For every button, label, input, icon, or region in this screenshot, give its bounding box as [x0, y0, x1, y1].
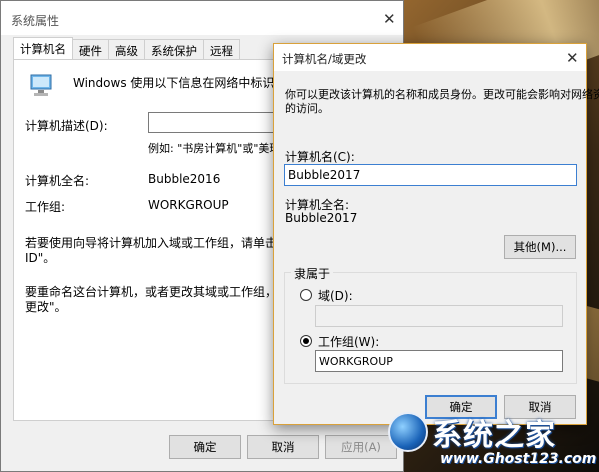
dialog-title-bar: 计算机名/域更改 ✕ [274, 44, 586, 71]
member-of-group: 隶属于 域(D): 工作组(W): [284, 265, 577, 384]
tab-computer-name[interactable]: 计算机名 [13, 37, 73, 59]
tab-hardware[interactable]: 硬件 [72, 39, 109, 59]
computer-name-change-dialog: 计算机名/域更改 ✕ 你可以更改该计算机的名称和成员身份。更改可能会影响对网络资… [273, 43, 599, 425]
workgroup-input[interactable] [315, 350, 563, 372]
workgroup-label: 工作组: [25, 200, 66, 214]
computer-desc-input[interactable] [148, 112, 288, 133]
intro-text-line1: 你可以更改该计算机的名称和成员身份。更改可能会影响对网络资源 [285, 88, 599, 101]
domain-label: 域(D): [318, 289, 353, 303]
full-name-value: Bubble2017 [285, 211, 358, 225]
computer-icon [30, 74, 52, 96]
tab-strip: 计算机名 硬件 高级 系统保护 远程 [13, 37, 240, 59]
ok-button[interactable]: 确定 [169, 435, 241, 459]
watermark-logo-icon [388, 412, 428, 452]
domain-input[interactable] [315, 305, 563, 327]
example-text: 例如: "书房计算机"或"美玲的 [148, 142, 292, 155]
wizard-text-line1: 若要使用向导将计算机加入域或工作组，请单击"网络 [25, 236, 307, 250]
workgroup-label: 工作组(W): [318, 335, 380, 349]
watermark-url: www.Ghost123.com [440, 451, 597, 467]
computer-desc-label: 计算机描述(D): [25, 119, 108, 133]
more-button[interactable]: 其他(M)... [504, 235, 576, 259]
workgroup-value: WORKGROUP [148, 198, 229, 212]
close-icon[interactable]: ✕ [383, 10, 396, 28]
title-bar: 系统属性 ✕ [1, 1, 403, 35]
domain-radio[interactable] [300, 289, 312, 301]
member-of-label: 隶属于 [291, 265, 334, 282]
tab-remote[interactable]: 远程 [203, 39, 240, 59]
full-name-label: 计算机全名: [25, 174, 90, 188]
window-title: 系统属性 [11, 14, 60, 28]
computer-name-label: 计算机名(C): [285, 150, 355, 164]
tab-system-protection[interactable]: 系统保护 [144, 39, 204, 59]
site-watermark: 系统之家 www.Ghost123.com [380, 408, 599, 472]
cancel-button[interactable]: 取消 [247, 435, 319, 459]
tab-advanced[interactable]: 高级 [108, 39, 145, 59]
close-icon[interactable]: ✕ [566, 49, 579, 67]
computer-name-input[interactable] [284, 164, 577, 186]
wizard-text-line2: ID"。 [25, 251, 56, 265]
intro-text-line2: 的访问。 [285, 102, 329, 115]
rename-text-line2: 更改"。 [25, 300, 67, 314]
workgroup-radio[interactable] [300, 335, 312, 347]
dialog-title: 计算机名/域更改 [282, 52, 367, 66]
watermark-text: 系统之家 [432, 418, 556, 453]
full-name-value: Bubble2016 [148, 172, 221, 186]
